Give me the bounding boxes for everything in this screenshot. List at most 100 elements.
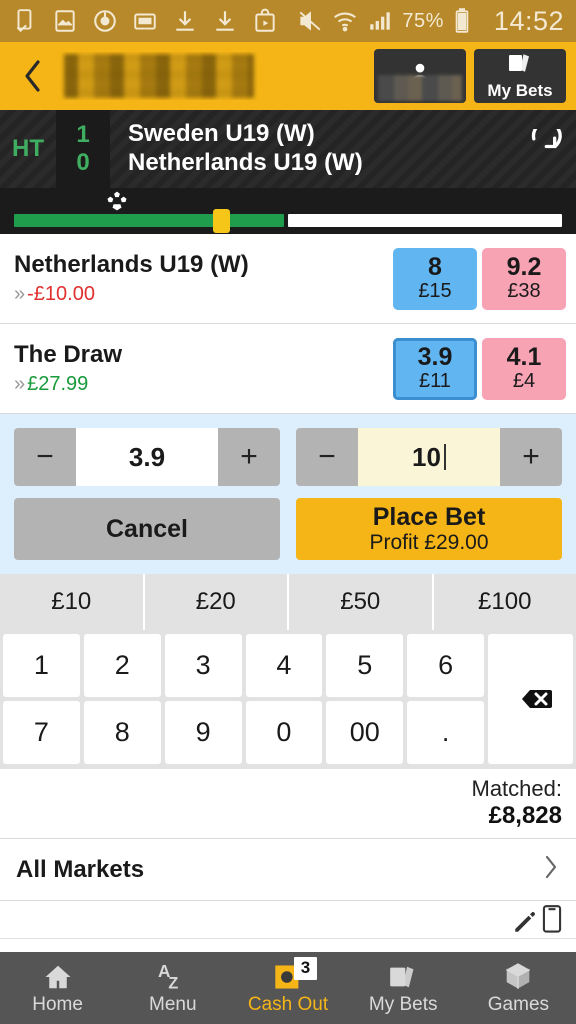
image-icon — [52, 8, 78, 34]
market-row[interactable]: The Draw » £27.99 3.9 £11 4.1 £4 — [0, 324, 576, 414]
nav-label-home: Home — [32, 993, 83, 1015]
match-score: 1 0 — [56, 110, 110, 188]
back-button[interactable] — [10, 50, 56, 102]
selection-name: The Draw — [14, 341, 123, 368]
odds-increment-button[interactable]: + — [218, 428, 280, 486]
my-bets-button[interactable]: My Bets — [474, 49, 566, 103]
back-odds-value: 3.9 — [417, 342, 453, 371]
stake-stepper: − 10 + — [296, 428, 562, 486]
back-odds-amount: £15 — [418, 280, 452, 303]
nav-label-cash-out: Cash Out — [247, 993, 329, 1015]
selection-profit-loss: » £27.99 — [14, 373, 393, 396]
odds-stepper: − 3.9 + — [14, 428, 280, 486]
phone-check-icon — [12, 8, 38, 34]
battery-percent: 75% — [402, 9, 444, 32]
lay-odds-amount: £4 — [512, 370, 536, 393]
pl-prefix: » — [14, 283, 26, 305]
nav-label-games: Games — [487, 993, 550, 1015]
stake-value: 10 — [412, 441, 441, 472]
keypad-key[interactable]: 4 — [245, 634, 323, 697]
nav-item-home[interactable]: Home — [0, 952, 115, 1024]
nav-item-my-bets[interactable]: My Bets — [346, 952, 461, 1024]
keypad-key[interactable]: 00 — [326, 701, 404, 764]
stake-decrement-button[interactable]: − — [296, 428, 358, 486]
quick-stake-button[interactable]: £50 — [289, 574, 434, 630]
match-progress-bar — [0, 188, 576, 234]
az-menu-icon: A Z — [157, 961, 189, 993]
place-bet-profit: Profit £29.00 — [369, 531, 489, 555]
account-balance-button[interactable] — [374, 49, 466, 103]
backspace-icon — [521, 690, 552, 708]
bet-slip-steppers: − 3.9 + − 10 + — [14, 428, 562, 486]
battery-icon — [453, 8, 479, 34]
numeric-keypad: 1 2 3 4 5 6 7 8 9 0 00 . — [0, 630, 576, 769]
bet-slip: − 3.9 + − 10 + Cancel Place Bet Profit £… — [0, 414, 576, 574]
bottom-navigation: Home A Z Menu 3 Cash Out My Bets Games — [0, 952, 576, 1024]
app-screen: 75% 14:52 My Bets HT 1 0 Sweden U19 (W) … — [0, 0, 576, 1024]
pl-value: -£10.00 — [27, 283, 95, 305]
back-odds-amount: £11 — [419, 370, 451, 393]
progress-remaining — [288, 214, 562, 227]
wifi-icon — [332, 8, 358, 34]
back-odds-button[interactable]: 3.9 £11 — [393, 337, 477, 400]
chevron-right-icon — [542, 852, 560, 887]
back-odds-button[interactable]: 8 £15 — [393, 247, 477, 310]
market-info: The Draw » £27.99 — [14, 341, 393, 396]
keypad-key[interactable]: 0 — [245, 701, 323, 764]
nav-item-cash-out[interactable]: 3 Cash Out — [230, 952, 345, 1024]
keypad-key[interactable]: 1 — [3, 634, 80, 697]
lay-odds-button[interactable]: 9.2 £38 — [482, 247, 566, 310]
redacted-title — [64, 54, 254, 98]
status-bar-right: 75% 14:52 — [297, 6, 564, 37]
app-header: My Bets — [0, 42, 576, 110]
lay-odds-amount: £38 — [507, 280, 541, 303]
keypad-key[interactable]: 6 — [407, 634, 484, 697]
keypad-key[interactable]: 2 — [83, 634, 161, 697]
odds-group: 3.9 £11 4.1 £4 — [393, 337, 576, 400]
quick-stake-button[interactable]: £100 — [434, 574, 576, 630]
cancel-button[interactable]: Cancel — [14, 498, 280, 560]
my-bets-icon — [507, 51, 533, 80]
keypad-key[interactable]: 5 — [326, 634, 404, 697]
stake-increment-button[interactable]: + — [500, 428, 562, 486]
download-icon — [212, 8, 238, 34]
nav-item-games[interactable]: Games — [461, 952, 576, 1024]
download-icon — [172, 8, 198, 34]
refresh-button[interactable] — [510, 110, 576, 188]
selection-name: Netherlands U19 (W) — [14, 251, 249, 278]
phone-icon — [540, 905, 564, 938]
quick-stake-button[interactable]: £20 — [145, 574, 289, 630]
keypad-key[interactable]: . — [407, 701, 484, 764]
keypad-key[interactable]: 7 — [3, 701, 80, 764]
partial-row[interactable] — [0, 901, 576, 939]
odds-input[interactable]: 3.9 — [76, 428, 218, 486]
bet-slip-actions: Cancel Place Bet Profit £29.00 — [14, 498, 562, 560]
odds-decrement-button[interactable]: − — [14, 428, 76, 486]
progress-marker — [213, 209, 230, 233]
all-markets-row[interactable]: All Markets — [0, 839, 576, 901]
lay-odds-button[interactable]: 4.1 £4 — [482, 337, 566, 400]
progress-elapsed — [14, 214, 284, 227]
place-bet-button[interactable]: Place Bet Profit £29.00 — [296, 498, 562, 560]
page-title — [58, 52, 374, 100]
odds-group: 8 £15 9.2 £38 — [393, 247, 576, 310]
keypad-key[interactable]: 9 — [164, 701, 242, 764]
clock: 14:52 — [493, 5, 564, 36]
svg-text:Z: Z — [168, 974, 178, 991]
quick-stake-row: £10 £20 £50 £100 — [0, 574, 576, 630]
selection-profit-loss: » -£10.00 — [14, 283, 393, 306]
market-row[interactable]: Netherlands U19 (W) » -£10.00 8 £15 9.2 £… — [0, 234, 576, 324]
keypad-key[interactable]: 8 — [83, 701, 161, 764]
matched-amount: £8,828 — [488, 802, 562, 830]
keypad-key[interactable]: 3 — [164, 634, 242, 697]
lay-odds-value: 4.1 — [506, 342, 542, 371]
vibrate-mute-icon — [297, 8, 323, 34]
quick-stake-button[interactable]: £10 — [0, 574, 145, 630]
pl-value: £27.99 — [27, 373, 89, 395]
match-header[interactable]: HT 1 0 Sweden U19 (W) Netherlands U19 (W… — [0, 110, 576, 188]
stake-input[interactable]: 10 — [358, 428, 500, 486]
nav-item-menu[interactable]: A Z Menu — [115, 952, 230, 1024]
home-icon — [42, 961, 74, 993]
backspace-key[interactable] — [488, 634, 573, 764]
signal-icon — [367, 8, 393, 34]
